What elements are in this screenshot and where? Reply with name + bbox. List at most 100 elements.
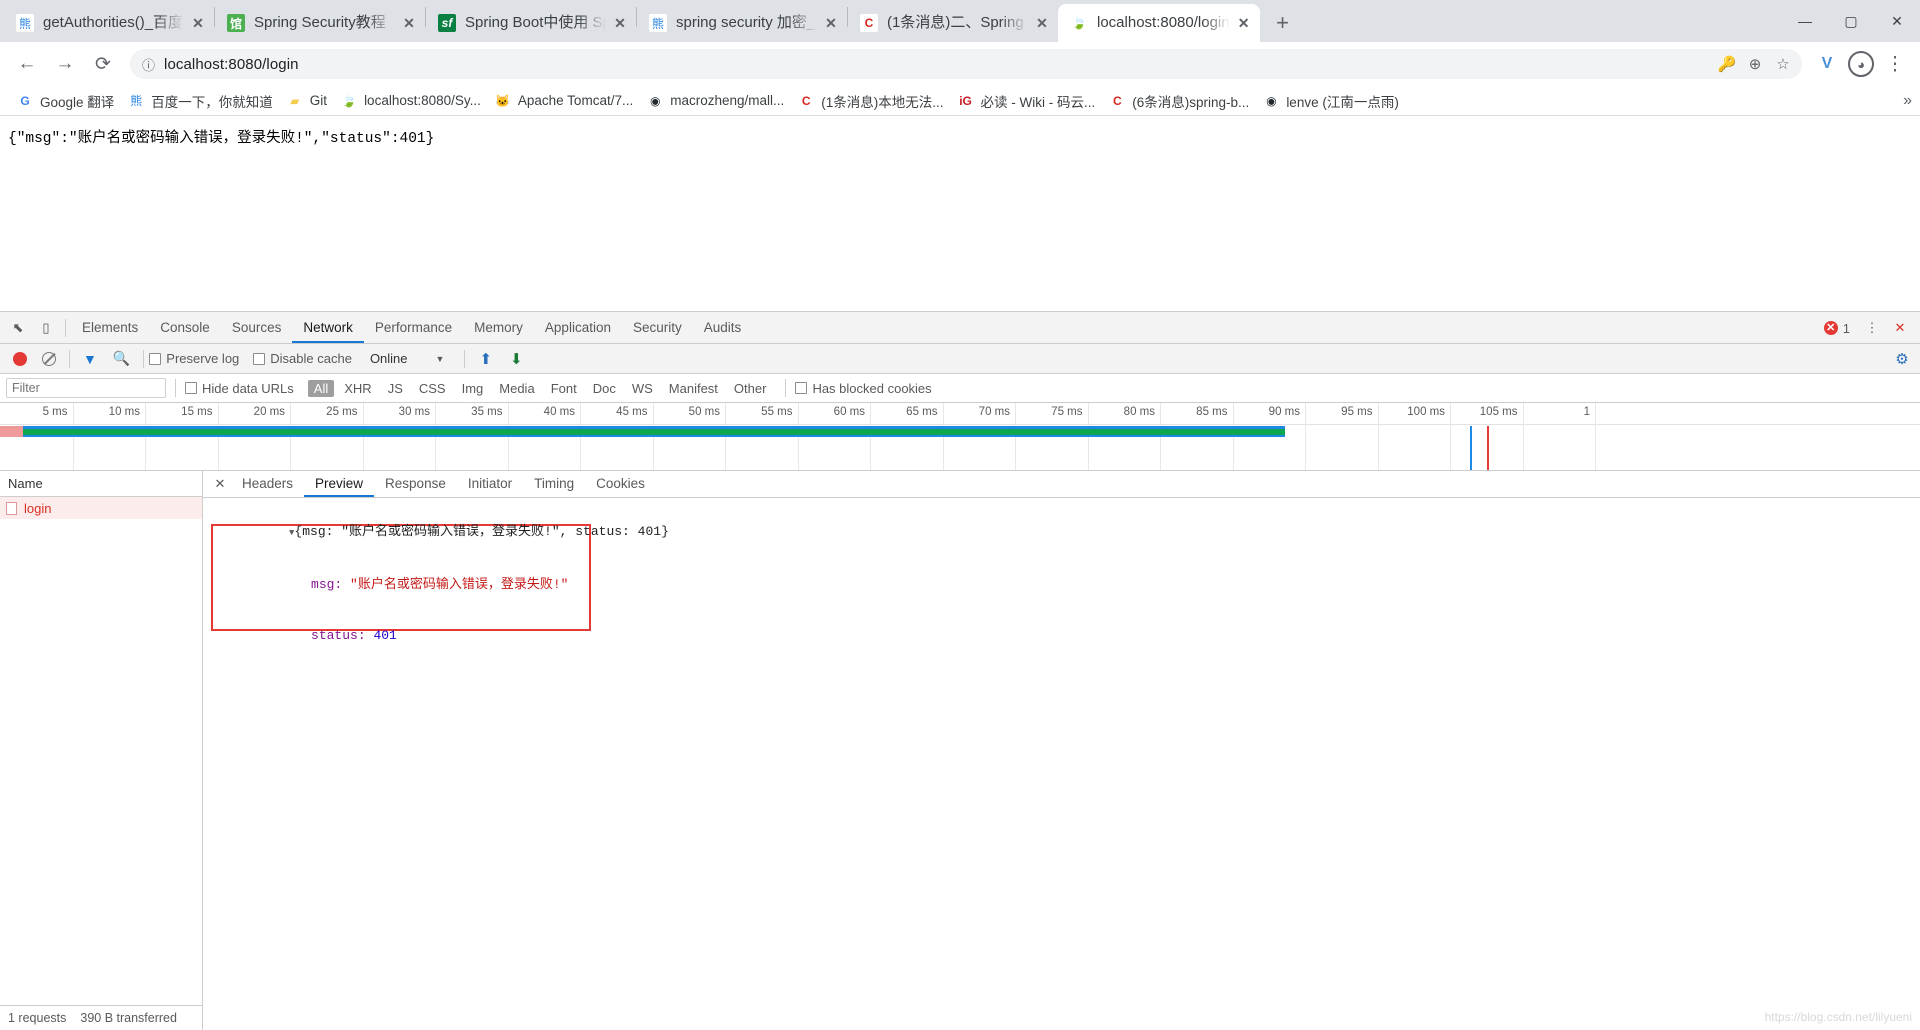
filter-type-doc[interactable]: Doc [587,380,622,397]
tab-console[interactable]: Console [149,312,221,343]
extension-v-icon[interactable]: V [1810,48,1844,80]
timeline-tick-label: 45 ms [616,406,648,418]
filter-type-ws[interactable]: WS [626,380,659,397]
disable-cache-label: Disable cache [270,351,352,366]
preview-msg-value: "账户名或密码输入错误，登录失败!" [350,577,569,592]
bookmark-item[interactable]: G Google 翻译 [10,89,121,113]
browser-tab[interactable]: sf Spring Boot中使用 Spring S ✕ [426,4,636,42]
devtools-close-icon[interactable]: ✕ [1886,314,1914,342]
bookmark-item[interactable]: C (6条消息)spring-b... [1102,89,1256,113]
folder-icon: ▰ [290,93,300,108]
tab-close-icon[interactable]: ✕ [399,13,419,33]
chrome-menu-icon[interactable]: ⋮ [1878,48,1912,80]
timeline-gridline [725,403,726,470]
tab-close-icon[interactable]: ✕ [610,13,630,33]
forward-button[interactable]: → [49,48,81,80]
filter-type-manifest[interactable]: Manifest [663,380,724,397]
import-har-icon[interactable]: ⬆ [479,350,492,368]
network-timeline[interactable]: 5 ms 10 ms 15 ms 20 ms 25 ms 30 ms 35 ms 40 ms 4… [0,403,1920,471]
reload-button[interactable]: ⟳ [87,48,119,80]
back-button[interactable]: ← [11,48,43,80]
throttling-select[interactable]: Online ▼ [370,351,445,366]
bookmark-item[interactable]: 🐱 Apache Tomcat/7... [488,91,640,111]
tab-network[interactable]: Network [292,312,364,343]
filter-type-media[interactable]: Media [493,380,540,397]
detail-tab-timing[interactable]: Timing [523,471,585,497]
detail-tab-headers[interactable]: Headers [231,471,304,497]
detail-tab-response[interactable]: Response [374,471,457,497]
address-bar[interactable]: ⓘ localhost:8080/login 🔑 ⊕ ☆ [130,49,1802,79]
detail-tab-initiator[interactable]: Initiator [457,471,523,497]
tab-audits[interactable]: Audits [693,312,753,343]
bookmark-star-icon[interactable]: ☆ [1770,51,1796,77]
minimize-button[interactable]: — [1782,0,1828,42]
tab-application[interactable]: Application [534,312,622,343]
export-har-icon[interactable]: ⬇ [510,350,523,368]
tab-close-icon[interactable]: ✕ [1234,13,1254,33]
filter-type-font[interactable]: Font [545,380,583,397]
profile-avatar[interactable]: ◕ [1844,48,1878,80]
filter-input[interactable] [6,378,166,398]
detail-tab-cookies[interactable]: Cookies [585,471,656,497]
tab-close-icon[interactable]: ✕ [188,13,208,33]
tab-memory[interactable]: Memory [463,312,534,343]
inspect-element-icon[interactable]: ⬉ [4,314,32,342]
browser-tab[interactable]: C (1条消息)二、Spring Securi ✕ [848,4,1058,42]
preserve-log-checkbox[interactable]: Preserve log [149,351,239,366]
hide-data-urls-checkbox[interactable]: Hide data URLs [185,381,294,396]
preview-root-line[interactable]: ▼{msg: "账户名或密码输入错误，登录失败!", status: 401} [211,506,1920,559]
page-info-icon[interactable]: ⓘ [142,55,155,74]
filter-type-xhr[interactable]: XHR [338,380,377,397]
bookmark-item[interactable]: 🍃 localhost:8080/Sy... [334,91,488,111]
zoom-icon[interactable]: ⊕ [1742,51,1768,77]
tab-security[interactable]: Security [622,312,693,343]
bookmark-item[interactable]: iG 必读 - Wiki - 码云... [951,89,1103,113]
bookmarks-bar: G Google 翻译 熊 百度一下，你就知道 ▰ Git 🍃 localhos… [0,86,1920,116]
preview-root-suffix: } [661,524,669,539]
filter-type-all[interactable]: All [307,379,335,397]
gear-icon[interactable]: ⚙ [1888,345,1916,373]
bookmark-item[interactable]: 熊 百度一下，你就知道 [121,89,280,113]
clear-button[interactable] [42,351,56,366]
bookmark-item[interactable]: C (1条消息)本地无法... [791,89,950,113]
maximize-button[interactable]: ▢ [1828,0,1874,42]
browser-tab[interactable]: 馆 Spring Security教程（6） ✕ [215,4,425,42]
new-tab-button[interactable]: + [1266,6,1300,40]
record-button[interactable] [13,351,27,366]
browser-tab-active[interactable]: 🍃 localhost:8080/login ✕ [1058,4,1260,42]
bookmark-item[interactable]: ◉ macrozheng/mall... [640,91,791,111]
close-window-button[interactable]: ✕ [1874,0,1920,42]
tab-close-icon[interactable]: ✕ [1032,13,1052,33]
filter-icon[interactable]: ▼ [83,351,97,367]
detail-tab-preview[interactable]: Preview [304,471,375,497]
bookmark-item[interactable]: ◉ lenve (江南一点雨) [1256,89,1406,113]
tab-performance[interactable]: Performance [364,312,463,343]
disable-cache-checkbox[interactable]: Disable cache [253,351,352,366]
tab-close-icon[interactable]: ✕ [821,13,841,33]
has-blocked-cookies-checkbox[interactable]: Has blocked cookies [795,381,932,396]
filter-type-other[interactable]: Other [728,380,773,397]
detail-close-icon[interactable]: ✕ [209,473,231,495]
filter-type-js[interactable]: JS [382,380,409,397]
credentials-key-icon[interactable]: 🔑 [1714,51,1740,77]
timeline-gridline [1305,403,1306,470]
browser-tab[interactable]: 熊 spring security 加密_百度搜 ✕ [637,4,847,42]
column-header-name[interactable]: Name [8,476,43,491]
error-count-badge[interactable]: ✕ 1 [1823,321,1850,336]
network-toolbar: ▼ 🔍 Preserve log Disable cache Online ▼ … [0,344,1920,374]
timeline-tick-label: 70 ms [978,406,1010,418]
tab-elements[interactable]: Elements [71,312,149,343]
filter-type-css[interactable]: CSS [413,380,452,397]
error-icon: ✕ [1823,321,1838,335]
bookmarks-overflow-icon[interactable]: » [1903,92,1912,110]
bookmark-item[interactable]: ▰ Git [280,91,334,111]
devtools-menu-icon[interactable]: ⋮ [1858,314,1886,342]
request-row[interactable]: login [0,497,202,519]
search-icon[interactable]: 🔍 [113,350,130,367]
tab-sources[interactable]: Sources [221,312,293,343]
browser-tab[interactable]: 熊 getAuthorities()_百度搜索 ✕ [4,4,214,42]
filter-type-img[interactable]: Img [456,380,490,397]
device-toolbar-icon[interactable]: ▯ [32,314,60,342]
divider [464,349,466,368]
timeline-gridline [362,403,364,470]
